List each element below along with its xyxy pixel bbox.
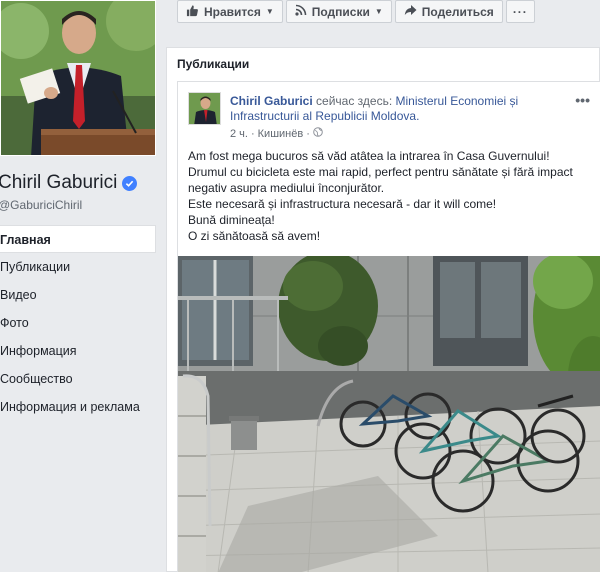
- left-column: Chiril Gaburici @GaburiciChiril Главная …: [0, 0, 158, 572]
- post-text: Am fost mega bucuros să văd atâtea la in…: [188, 148, 598, 244]
- profile-photo[interactable]: [0, 0, 156, 156]
- profile-name[interactable]: Chiril Gaburici: [0, 172, 138, 194]
- post-options-button[interactable]: •••: [575, 92, 590, 108]
- nav-item-videos[interactable]: Видео: [0, 281, 156, 309]
- nav-item-posts[interactable]: Публикации: [0, 253, 156, 281]
- section-title: Публикации: [177, 57, 250, 71]
- page-action-bar: Нравится ▼ Подписки ▼ Поделиться ···: [177, 0, 535, 23]
- like-button[interactable]: Нравится ▼: [177, 0, 283, 23]
- like-button-label: Нравится: [204, 4, 261, 19]
- follow-button-label: Подписки: [311, 4, 370, 19]
- nav-item-about[interactable]: Информация: [0, 337, 156, 365]
- rss-icon: [295, 4, 307, 19]
- share-button-label: Поделиться: [421, 4, 494, 19]
- post-text-line: negativ asupra mediului înconjurător.: [188, 181, 385, 195]
- post-meta: 2 ч. · Кишинёв ·: [230, 127, 323, 140]
- page-nav: Главная Публикации Видео Фото Информация…: [0, 225, 156, 421]
- post-author-link[interactable]: Chiril Gaburici: [230, 94, 313, 108]
- caret-down-icon: ▼: [374, 7, 383, 16]
- post-card: Chiril Gaburici сейчас здесь: Ministerul…: [177, 81, 600, 572]
- globe-icon[interactable]: [313, 127, 323, 140]
- profile-name-text: Chiril Gaburici: [0, 172, 118, 193]
- post-text-line: Am fost mega bucuros să văd atâtea la in…: [188, 149, 550, 163]
- post-text-line: Este necesară și infrastructura necesară…: [188, 197, 497, 211]
- thumbs-up-icon: [186, 4, 199, 20]
- post-header: Chiril Gaburici сейчас здесь: Ministerul…: [230, 94, 560, 124]
- share-button[interactable]: Поделиться: [394, 0, 503, 23]
- post-city[interactable]: Кишинёв: [258, 128, 304, 140]
- meta-separator: ·: [306, 127, 310, 140]
- verified-badge-icon: [122, 175, 138, 191]
- post-text-line: O zi sănătoasă să avem!: [188, 229, 321, 243]
- nav-item-community[interactable]: Сообщество: [0, 365, 156, 393]
- profile-handle[interactable]: @GaburiciChiril: [0, 198, 82, 212]
- post-text-line: Drumul cu bicicleta este mai rapid, perf…: [188, 165, 573, 179]
- more-actions-button[interactable]: ···: [505, 0, 535, 23]
- follow-button[interactable]: Подписки ▼: [285, 0, 392, 23]
- nav-item-info-and-ads[interactable]: Информация и реклама: [0, 393, 156, 421]
- share-arrow-icon: [404, 4, 417, 19]
- post-checkin-text: сейчас здесь:: [316, 94, 393, 108]
- meta-separator: ·: [250, 127, 255, 140]
- post-author-avatar[interactable]: [188, 92, 221, 125]
- post-photo[interactable]: [178, 256, 600, 572]
- nav-item-home[interactable]: Главная: [0, 225, 156, 253]
- caret-down-icon: ▼: [265, 7, 274, 16]
- nav-item-photos[interactable]: Фото: [0, 309, 156, 337]
- post-timestamp[interactable]: 2 ч.: [230, 128, 248, 140]
- post-text-line: Bună dimineața!: [188, 213, 275, 227]
